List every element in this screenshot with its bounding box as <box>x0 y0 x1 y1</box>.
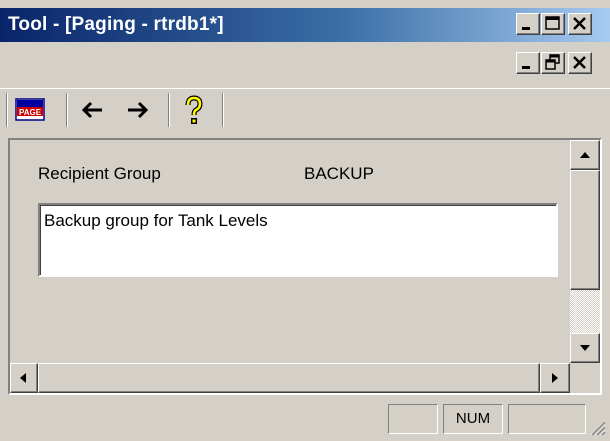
close-icon <box>573 56 586 69</box>
window-title: Tool - [Paging - rtrdb1*] <box>8 14 224 35</box>
page-icon-text: PAGE <box>19 108 42 117</box>
app-window: Tool - [Paging - rtrdb1*] PAGE Recipient… <box>0 0 610 441</box>
paging-form: Recipient Group BACKUP Backup group for … <box>8 138 602 395</box>
child-minimize-button[interactable] <box>516 52 540 74</box>
scrollbar-corner <box>570 363 600 393</box>
child-close-button[interactable] <box>568 52 592 74</box>
help-button[interactable] <box>178 94 210 126</box>
forward-button[interactable] <box>122 94 154 126</box>
toolbar-separator <box>66 93 68 127</box>
maximize-icon <box>545 16 560 30</box>
status-panel-num: NUM <box>443 404 503 434</box>
arrow-left-icon <box>81 101 102 119</box>
scroll-left-button[interactable] <box>10 363 38 393</box>
status-panel-scroll <box>508 404 586 434</box>
mdi-control-row <box>0 42 610 86</box>
help-icon <box>185 95 203 124</box>
description-field[interactable]: Backup group for Tank Levels <box>38 203 558 277</box>
close-icon <box>573 17 586 30</box>
scroll-down-button[interactable] <box>570 333 600 363</box>
page-icon: PAGE <box>15 98 45 121</box>
vertical-scrollbar[interactable] <box>570 140 600 363</box>
arrow-down-icon <box>580 345 590 351</box>
close-button[interactable] <box>568 13 592 35</box>
back-button[interactable] <box>76 94 108 126</box>
minimize-icon <box>522 27 530 30</box>
child-restore-button[interactable] <box>541 52 565 74</box>
minimize-button[interactable] <box>516 13 540 35</box>
page-button[interactable]: PAGE <box>14 94 46 126</box>
maximize-button[interactable] <box>541 13 565 35</box>
toolbar-separator <box>222 93 224 127</box>
arrow-left-small-icon <box>20 373 26 383</box>
status-panel-caps <box>388 404 438 434</box>
recipient-group-value: BACKUP <box>304 164 374 183</box>
minimize-icon <box>522 66 530 69</box>
toolbar: PAGE <box>0 88 610 132</box>
recipient-group-label: Recipient Group <box>38 164 161 183</box>
toolbar-separator <box>168 93 170 127</box>
vertical-scroll-thumb[interactable] <box>570 170 600 290</box>
arrow-right-icon <box>128 101 149 119</box>
toolbar-grip <box>6 93 8 127</box>
scroll-up-button[interactable] <box>570 140 600 170</box>
arrow-up-icon <box>580 152 590 158</box>
resize-grip-icon[interactable] <box>588 418 606 436</box>
horizontal-scrollbar[interactable] <box>10 363 570 393</box>
title-bar[interactable]: Tool - [Paging - rtrdb1*] <box>0 8 610 42</box>
horizontal-scroll-thumb[interactable] <box>38 363 540 393</box>
status-bar: NUM <box>0 400 610 441</box>
scroll-right-button[interactable] <box>540 363 570 393</box>
restore-icon <box>545 54 560 70</box>
arrow-right-small-icon <box>552 373 558 383</box>
